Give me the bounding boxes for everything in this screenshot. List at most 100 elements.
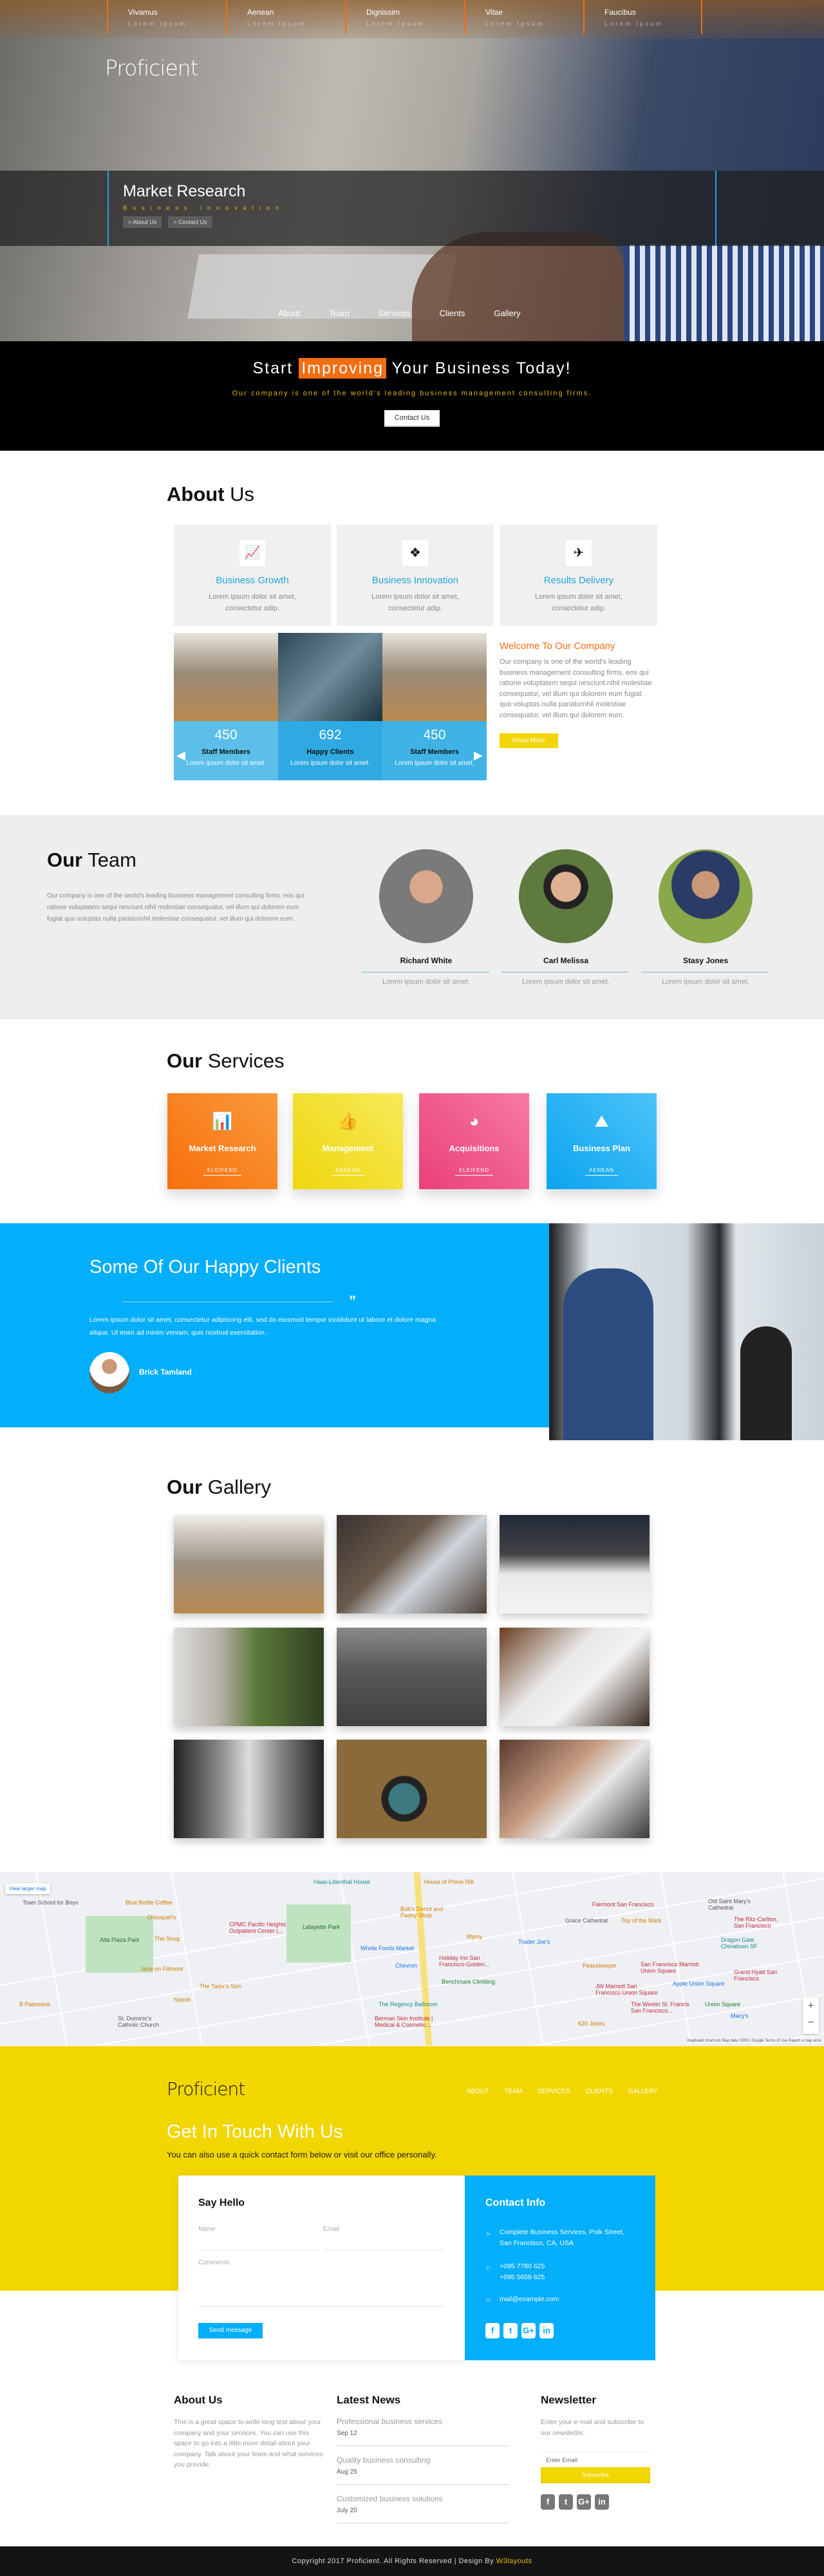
contact-subtitle: You can also use a quick contact form be… <box>167 2150 437 2159</box>
avatar <box>659 849 753 943</box>
feature-card: 📈 Business Growth Lorem ipsum dolor sit … <box>174 525 331 626</box>
facebook-icon[interactable]: f <box>541 2494 555 2510</box>
top-nav: Vivamus Lorem Ipsum Aenean Lorem Ipsum Dig… <box>107 0 824 34</box>
newsletter-email-input[interactable]: Enter Email <box>541 2451 650 2467</box>
mail-icon: ✉ <box>485 2297 492 2305</box>
address: Complete Business Services, Polk Street,… <box>500 2228 624 2247</box>
facebook-icon[interactable]: f <box>485 2323 500 2338</box>
email-field[interactable]: Email <box>323 2226 444 2250</box>
stat-item: 450 Staff Members Lorem ipsum dolor sit am… <box>382 721 487 780</box>
nav-clients[interactable]: Clients <box>440 308 465 318</box>
gallery-image[interactable] <box>500 1628 650 1726</box>
footer-newsletter: Newsletter Enter your e-mail and subscri… <box>541 2394 650 2510</box>
nav-team[interactable]: Team <box>329 308 350 318</box>
nav-about[interactable]: ABOUT <box>467 2088 489 2095</box>
gallery-image[interactable] <box>337 1628 487 1726</box>
about-title: About Us <box>167 483 255 505</box>
map[interactable]: View larger map Town School for Boys Blu… <box>0 1872 824 2045</box>
carousel-prev-icon[interactable]: ◀ <box>176 749 185 762</box>
carousel-next-icon[interactable]: ▶ <box>474 749 483 762</box>
team-title: Our Team <box>47 849 136 871</box>
name-field[interactable]: Name <box>198 2226 319 2250</box>
subscribe-button[interactable]: Subscribe <box>541 2467 650 2483</box>
nav-gallery[interactable]: Gallery <box>494 308 520 318</box>
contact-nav: ABOUT TEAM SERVICES CLIENTS GALLERY <box>467 2088 658 2095</box>
linkedin-icon[interactable]: in <box>539 2323 554 2338</box>
service-card[interactable]: ⛰ Business Plan AENEAN <box>547 1093 657 1189</box>
nav-gallery[interactable]: GALLERY <box>628 2088 658 2095</box>
contact-us-button[interactable]: > Contact Us <box>168 216 212 228</box>
nav-team[interactable]: TEAM <box>504 2088 522 2095</box>
office-image <box>174 633 278 721</box>
gallery-image[interactable] <box>337 1515 487 1613</box>
gallery-image[interactable] <box>500 1515 650 1613</box>
cta-text: Our company is one of the world's leadin… <box>232 390 592 397</box>
service-card[interactable]: ◕ Acquisitions ELEIFEND <box>419 1093 529 1189</box>
stat-item: 692 Happy Clients Lorem ipsum dolor sit am… <box>278 721 382 780</box>
know-more-button[interactable]: Know More <box>500 733 558 748</box>
copyright-bar: Copyright 2017 Proficient. All Rights Re… <box>0 2546 824 2576</box>
welcome-block: Welcome To Our Company Our company is on… <box>500 641 654 748</box>
nav-about[interactable]: About <box>278 308 300 318</box>
phone-icon: ✆ <box>485 2265 492 2273</box>
google-plus-icon[interactable]: G+ <box>521 2323 536 2338</box>
hero-caption: Market Research Business innovation > Ab… <box>108 171 716 246</box>
hero-title: Market Research <box>123 182 246 200</box>
stats-carousel: 450 Staff Members Lorem ipsum dolor sit am… <box>174 633 487 780</box>
about-us-button[interactable]: > About Us <box>123 216 162 228</box>
gallery-image[interactable] <box>174 1515 324 1613</box>
footer-about: About Us This is a great space to write … <box>174 2394 323 2468</box>
team-member: Richard White Lorem ipsum dolor sit amet. <box>362 849 491 986</box>
comments-field[interactable]: Comments <box>198 2259 444 2307</box>
footer-news: Latest News Professional business servic… <box>337 2394 509 2524</box>
twitter-icon[interactable]: t <box>503 2323 518 2338</box>
cta-title: Start Improving Your Business Today! <box>252 358 572 379</box>
shirt-image <box>624 245 824 341</box>
cta-banner: Start Improving Your Business Today! Our… <box>0 341 824 451</box>
services-title: Our Services <box>167 1049 285 1072</box>
nav-services[interactable]: SERVICES <box>538 2088 570 2095</box>
gallery-image[interactable] <box>500 1740 650 1838</box>
map-zoom-controls[interactable]: + − <box>803 1998 819 2034</box>
service-card[interactable]: 📊 Market Research ELEIFEND <box>167 1093 277 1189</box>
phones: +095 7780 625 +095 5658 625 <box>500 2262 545 2281</box>
cubes-icon: ❖ <box>402 540 428 566</box>
zoom-out-icon[interactable]: − <box>803 2015 819 2031</box>
top-nav-item[interactable]: Vitae Lorem Ipsum <box>464 0 583 34</box>
testimonial-text: Lorem ipsum dolor sit amet, consectetur … <box>89 1316 436 1337</box>
top-nav-item[interactable]: Faucibus Lorem Ipsum <box>583 0 702 34</box>
view-larger-map-link[interactable]: View larger map <box>5 1883 50 1894</box>
top-nav-item[interactable]: Vivamus Lorem Ipsum <box>107 0 226 34</box>
thumbs-up-icon: 👍 <box>337 1111 359 1131</box>
nav-clients[interactable]: CLIENTS <box>586 2088 613 2095</box>
gallery-image[interactable] <box>174 1740 324 1838</box>
top-nav-item[interactable]: Aenean Lorem Ipsum <box>226 0 345 34</box>
gallery-title: Our Gallery <box>167 1476 271 1498</box>
bar-chart-icon: 📊 <box>212 1111 233 1131</box>
twitter-icon[interactable]: t <box>559 2494 573 2510</box>
cta-contact-button[interactable]: Contact Us <box>384 410 440 427</box>
service-card[interactable]: 👍 Management AENEAN <box>293 1093 403 1189</box>
send-message-button[interactable]: Send message <box>198 2323 263 2338</box>
gallery-image[interactable] <box>337 1740 487 1838</box>
logo[interactable]: Proficient <box>105 55 199 80</box>
email-link[interactable]: mail@example.com <box>500 2295 559 2303</box>
gallery-image[interactable] <box>174 1628 324 1726</box>
divider <box>122 1301 333 1302</box>
designer-link[interactable]: W3layouts <box>496 2557 532 2565</box>
contact-form: Say Hello Name Email Comments Send messa… <box>178 2176 465 2360</box>
team-member: Stasy Jones Lorem ipsum dolor sit amet. <box>641 849 770 986</box>
growth-chart-image <box>278 633 382 721</box>
linkedin-icon[interactable]: in <box>595 2494 609 2510</box>
news-item[interactable]: Professional business services Sep 12 <box>337 2408 509 2447</box>
google-plus-icon[interactable]: G+ <box>577 2494 591 2510</box>
footer-logo[interactable]: Proficient <box>167 2078 245 2100</box>
top-nav-item[interactable]: Dignissim Lorem Ipsum <box>345 0 464 34</box>
hero-subtitle: Business innovation <box>123 205 285 211</box>
news-item[interactable]: Quality business consulting Aug 25 <box>337 2447 509 2485</box>
office-image <box>382 633 487 721</box>
nav-services[interactable]: Services <box>379 308 411 318</box>
client-name: Brick Tamland <box>139 1368 192 1377</box>
news-item[interactable]: Customized business solutions July 20 <box>337 2485 509 2524</box>
zoom-in-icon[interactable]: + <box>803 1998 819 2015</box>
